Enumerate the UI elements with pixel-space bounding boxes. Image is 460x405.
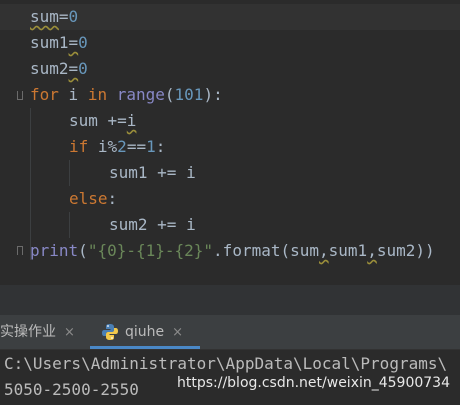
code-token: sum1 += i <box>109 163 196 182</box>
code-token: i <box>58 85 88 104</box>
fold-marker-icon[interactable] <box>17 246 23 255</box>
code-token: if <box>69 137 89 156</box>
code-editor[interactable]: sum=0 sum1=0 sum2=0 for i in range(101):… <box>0 0 460 285</box>
code-token: , <box>319 241 329 260</box>
code-line-2: sum1=0 <box>30 30 88 56</box>
console-output-line: 5050-2500-2550 <box>4 380 139 399</box>
code-token: sum += <box>69 111 127 130</box>
indent-guide <box>69 212 70 238</box>
tab-label: qiuhe <box>125 324 165 340</box>
code-token: 0 <box>68 7 79 26</box>
code-token: 0 <box>78 33 88 52</box>
close-icon[interactable]: × <box>172 325 183 340</box>
code-token: sum2 += i <box>109 215 196 234</box>
code-token: 0 <box>78 59 88 78</box>
tab-qiuhe[interactable]: qiuhe × <box>125 315 183 349</box>
code-token: = <box>68 33 79 52</box>
code-token: == <box>126 137 147 156</box>
code-token: .format(sum <box>213 241 320 260</box>
code-token: ( <box>78 241 88 260</box>
code-token: ( <box>164 85 175 104</box>
code-token: = <box>68 59 79 78</box>
code-line-8: else: <box>69 186 117 212</box>
python-icon <box>102 324 118 340</box>
code-token: : <box>155 137 166 156</box>
code-token: i% <box>88 137 118 156</box>
code-token: "{0}-{1}-{2}" <box>87 241 214 260</box>
code-token: for <box>30 85 59 104</box>
active-tab-indicator <box>90 346 200 349</box>
code-line-5: sum +=i <box>69 108 136 134</box>
code-token: i <box>126 111 137 130</box>
code-token: : <box>107 189 118 208</box>
code-token: sum1 <box>30 33 69 52</box>
code-token: ): <box>203 85 223 104</box>
code-token: else <box>69 189 108 208</box>
code-token: , <box>367 241 377 260</box>
editor-bottom-strip <box>0 285 460 315</box>
code-token: sum2 <box>30 59 69 78</box>
code-token: range <box>116 85 165 104</box>
code-line-3: sum2=0 <box>30 56 88 82</box>
close-icon[interactable]: × <box>64 325 75 340</box>
code-token: sum1 <box>328 241 368 260</box>
code-line-9: sum2 += i <box>109 212 196 238</box>
code-line-4: for i in range(101): <box>30 82 223 108</box>
indent-guide <box>69 160 70 186</box>
code-line-6: if i%2==1: <box>69 134 165 160</box>
tab-shicaozuoye[interactable]: 实操作业 × <box>0 315 75 349</box>
console-path-line: C:\Users\Administrator\AppData\Local\Pro… <box>4 354 448 373</box>
tab-label: 实操作业 <box>0 324 56 340</box>
code-token: sum <box>30 7 59 26</box>
code-token: 2 <box>117 137 127 156</box>
code-token: 1 <box>146 137 156 156</box>
code-token: sum2)) <box>376 241 435 260</box>
code-token: 101 <box>174 85 204 104</box>
code-line-1: sum=0 <box>30 4 78 30</box>
code-line-7: sum1 += i <box>109 160 196 186</box>
run-tool-window-tabs: 实操作业 × qiuhe × <box>0 315 460 350</box>
code-token: in <box>87 85 108 104</box>
watermark: https://blog.csdn.net/weixin_45900734 <box>176 375 450 391</box>
fold-marker-icon[interactable] <box>17 91 23 100</box>
code-token: print <box>30 241 79 260</box>
code-line-10: print("{0}-{1}-{2}".format(sum,sum1,sum2… <box>30 238 435 264</box>
code-token: = <box>58 7 69 26</box>
